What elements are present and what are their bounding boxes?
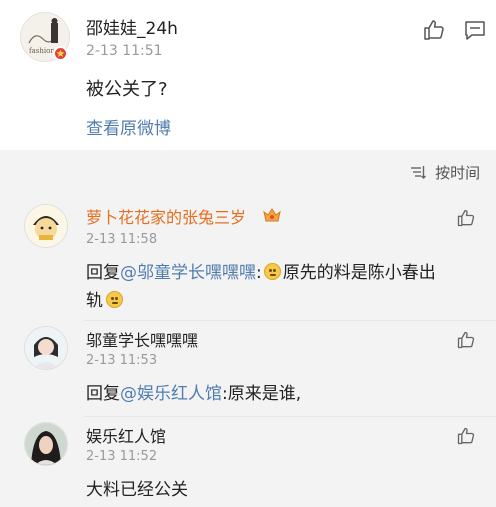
reply-prefix: 回复 [86,384,120,404]
comment-body: :原来是谁, [222,384,302,404]
comment-divider [84,320,496,321]
comment-icon[interactable] [463,18,487,42]
grin-emoji-icon [106,291,123,308]
comment-divider [84,416,496,417]
view-original-link[interactable]: 查看原微博 [86,114,171,139]
sort-label: 按时间 [435,164,481,182]
crown-badge-icon [263,207,281,222]
commenter-avatar[interactable] [24,422,68,466]
comment-item: 邬童学长嘿嘿嘿 2-13 11:53 回复@娱乐红人馆:原来是谁, [0,322,496,417]
like-icon[interactable] [456,330,476,350]
like-icon[interactable] [456,426,476,446]
commenter-name[interactable]: 邬童学长嘿嘿嘿 [86,327,198,351]
grin-emoji-icon [263,263,281,280]
comment-time: 2-13 11:53 [86,353,158,368]
comment-text-continued: 轨 [86,286,123,311]
commenter-name-vip[interactable]: 萝卜花花家的张兔三岁 [86,204,246,228]
comment-item: 萝卜花花家的张兔三岁 2-13 11:58 回复@邬童学长嘿嘿嘿: 原先的料是陈小… [0,196,496,316]
comment-item: 娱乐红人馆 2-13 11:52 大料已经公关 [0,418,496,507]
post-content: 被公关了? [86,79,168,100]
comment-text: 回复@邬童学长嘿嘿嘿: 原先的料是陈小春出 [86,258,436,283]
main-post: fashion 邵娃娃_24h 2-13 11:51 被公关了? 查看原微博 [0,0,496,150]
sort-bar: 按时间 [0,150,496,194]
comment-text-line2: 轨 [86,291,103,311]
comment-time: 2-13 11:52 [86,449,158,464]
svg-text:fashion: fashion [29,47,55,55]
comments-section: 按时间 萝卜花花家的张兔三岁 2-13 11:58 回复@邬童学长嘿嘿嘿: 原先的… [0,150,496,507]
commenter-name[interactable]: 娱乐红人馆 [86,423,166,447]
separator: : [256,263,262,283]
reply-prefix: 回复 [86,263,120,283]
comment-text: 回复@娱乐红人馆:原来是谁, [86,379,301,404]
commenter-avatar[interactable] [24,204,68,248]
sort-icon [410,164,426,180]
sort-by-time-button[interactable]: 按时间 [410,162,480,182]
mention-link[interactable]: @娱乐红人馆 [120,384,222,404]
comment-time: 2-13 11:58 [86,232,158,247]
like-icon[interactable] [422,18,446,42]
mention-link[interactable]: @邬童学长嘿嘿嘿 [120,263,256,283]
verified-badge-icon [53,46,68,61]
commenter-avatar[interactable] [24,326,68,370]
post-time: 2-13 11:51 [86,43,163,59]
post-author-name[interactable]: 邵娃娃_24h [86,14,178,39]
comment-body: 大料已经公关 [86,480,188,500]
comment-text-line1: 原先的料是陈小春出 [282,263,436,283]
like-icon[interactable] [456,208,476,228]
